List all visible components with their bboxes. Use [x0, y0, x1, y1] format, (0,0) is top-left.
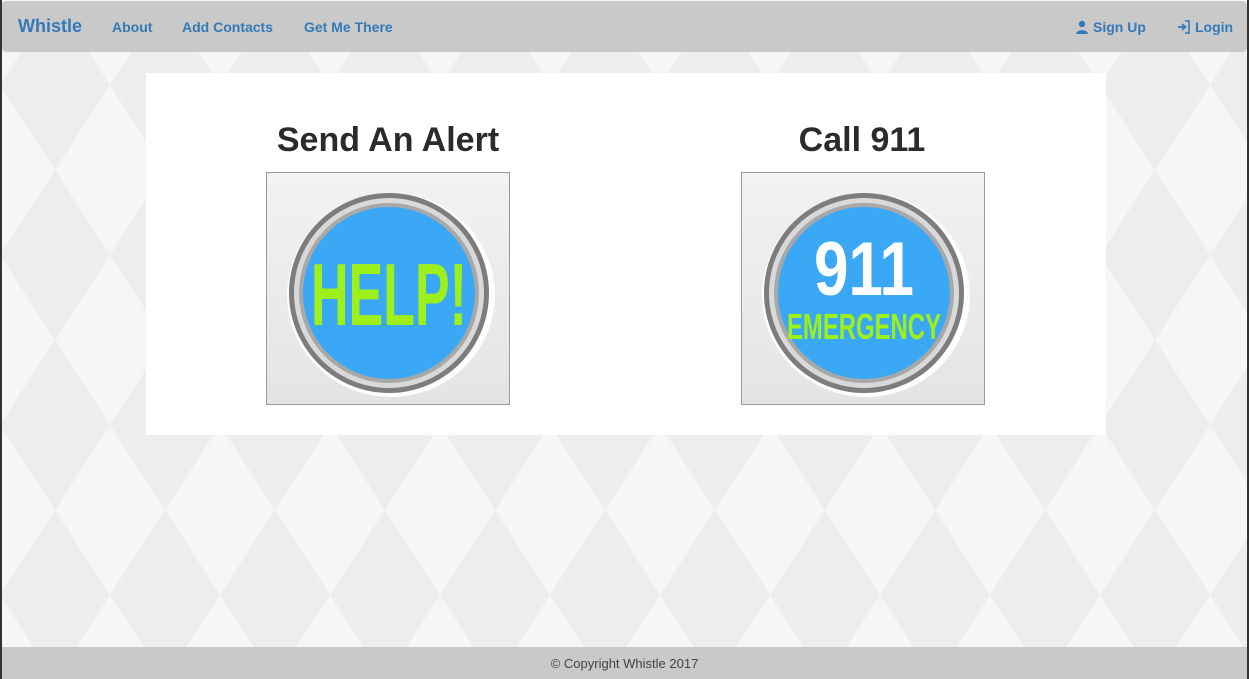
emergency-number-text: 911 [814, 227, 914, 312]
top-navbar: Whistle About Add Contacts Get Me There … [2, 1, 1247, 52]
nav-get-me-there[interactable]: Get Me There [304, 19, 393, 35]
login-icon [1178, 20, 1190, 34]
user-icon [1076, 20, 1088, 34]
emergency-911-button[interactable]: 911 EMERGENCY [741, 172, 985, 405]
left-edge [0, 0, 2, 679]
nav-about[interactable]: About [112, 19, 152, 35]
emergency-label-text: EMERGENCY [787, 306, 941, 347]
help-button-text: HELP! [311, 245, 467, 344]
login-link[interactable]: Login [1177, 19, 1233, 35]
help-button[interactable]: HELP! [266, 172, 510, 405]
signup-label: Sign Up [1093, 19, 1146, 35]
signup-link[interactable]: Sign Up [1075, 19, 1146, 35]
nav-add-contacts[interactable]: Add Contacts [182, 19, 273, 35]
page-footer: © Copyright Whistle 2017 [2, 647, 1247, 679]
copyright-text: © Copyright Whistle 2017 [550, 656, 699, 671]
login-label: Login [1195, 19, 1234, 35]
call-title: Call 911 [798, 121, 926, 159]
alert-title: Send An Alert [276, 121, 500, 159]
brand-link[interactable]: Whistle [18, 16, 82, 37]
